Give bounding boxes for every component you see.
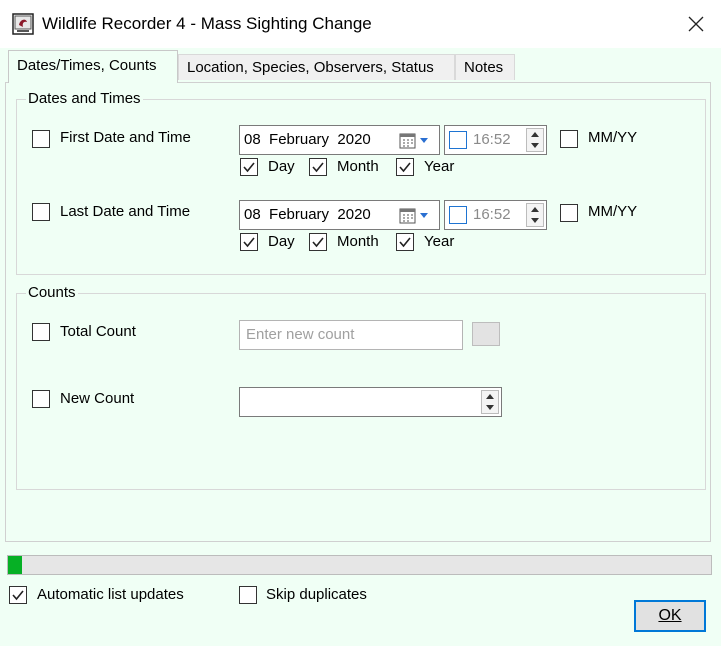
first-day-checkbox[interactable] — [240, 158, 258, 176]
first-year-label: Year — [424, 158, 455, 175]
progress-fill — [8, 556, 23, 574]
spin-up-icon[interactable] — [527, 204, 543, 215]
first-date-picker[interactable]: 08 February 2020 — [239, 125, 440, 155]
last-year-checkbox[interactable] — [396, 233, 414, 251]
skip-duplicates-checkbox[interactable] — [239, 586, 257, 604]
first-mmyy-checkbox[interactable] — [560, 130, 578, 148]
total-count-button[interactable] — [472, 322, 500, 346]
tab-location-species-observers-status[interactable]: Location, Species, Observers, Status — [178, 54, 455, 80]
last-day-label: Day — [268, 233, 295, 250]
new-count-checkbox[interactable] — [32, 390, 50, 408]
close-icon[interactable] — [680, 8, 712, 40]
automatic-updates-checkbox[interactable] — [9, 586, 27, 604]
last-time-enable-checkbox[interactable] — [449, 206, 467, 224]
first-month-checkbox[interactable] — [309, 158, 327, 176]
spin-down-icon[interactable] — [482, 402, 498, 413]
spin-up-icon[interactable] — [527, 129, 543, 140]
last-year-label: Year — [424, 233, 455, 250]
first-date-label: First Date and Time — [60, 129, 191, 146]
first-year-checkbox[interactable] — [396, 158, 414, 176]
window-title: Wildlife Recorder 4 - Mass Sighting Chan… — [42, 14, 372, 33]
first-mmyy-label: MM/YY — [588, 129, 638, 146]
first-day-label: Day — [268, 158, 295, 175]
ok-button[interactable]: OK — [634, 600, 706, 632]
counts-group-label: Counts — [26, 284, 78, 301]
total-count-label: Total Count — [60, 323, 136, 340]
last-day-checkbox[interactable] — [240, 233, 258, 251]
first-time-picker[interactable]: 16:52 — [444, 125, 547, 155]
first-date-checkbox[interactable] — [32, 130, 50, 148]
last-time-spinner[interactable] — [526, 203, 544, 227]
spin-down-icon[interactable] — [527, 215, 543, 226]
dates-times-group-label: Dates and Times — [26, 90, 143, 107]
last-date-picker[interactable]: 08 February 2020 — [239, 200, 440, 230]
new-count-spinner[interactable] — [481, 390, 499, 414]
total-count-input[interactable]: Enter new count — [239, 320, 463, 350]
last-date-checkbox[interactable] — [32, 203, 50, 221]
tab-notes[interactable]: Notes — [455, 54, 515, 80]
first-time-enable-checkbox[interactable] — [449, 131, 467, 149]
skip-duplicates-label: Skip duplicates — [266, 586, 367, 603]
spin-up-icon[interactable] — [482, 391, 498, 402]
spin-down-icon[interactable] — [527, 140, 543, 151]
last-date-label: Last Date and Time — [60, 203, 191, 220]
last-month-label: Month — [337, 233, 379, 250]
last-mmyy-checkbox[interactable] — [560, 204, 578, 222]
progress-bar — [7, 555, 712, 575]
last-mmyy-label: MM/YY — [588, 203, 638, 220]
first-month-label: Month — [337, 158, 379, 175]
last-time-picker[interactable]: 16:52 — [444, 200, 547, 230]
new-count-input[interactable] — [239, 387, 502, 417]
automatic-updates-label: Automatic list updates — [37, 586, 184, 603]
calendar-dropdown-icon[interactable] — [399, 132, 435, 150]
new-count-label: New Count — [60, 390, 135, 407]
last-month-checkbox[interactable] — [309, 233, 327, 251]
wildlife-recorder-icon — [12, 13, 34, 35]
tab-dates-times-counts[interactable]: Dates/Times, Counts — [8, 50, 178, 83]
total-count-checkbox[interactable] — [32, 323, 50, 341]
calendar-dropdown-icon[interactable] — [399, 207, 435, 225]
first-time-spinner[interactable] — [526, 128, 544, 152]
